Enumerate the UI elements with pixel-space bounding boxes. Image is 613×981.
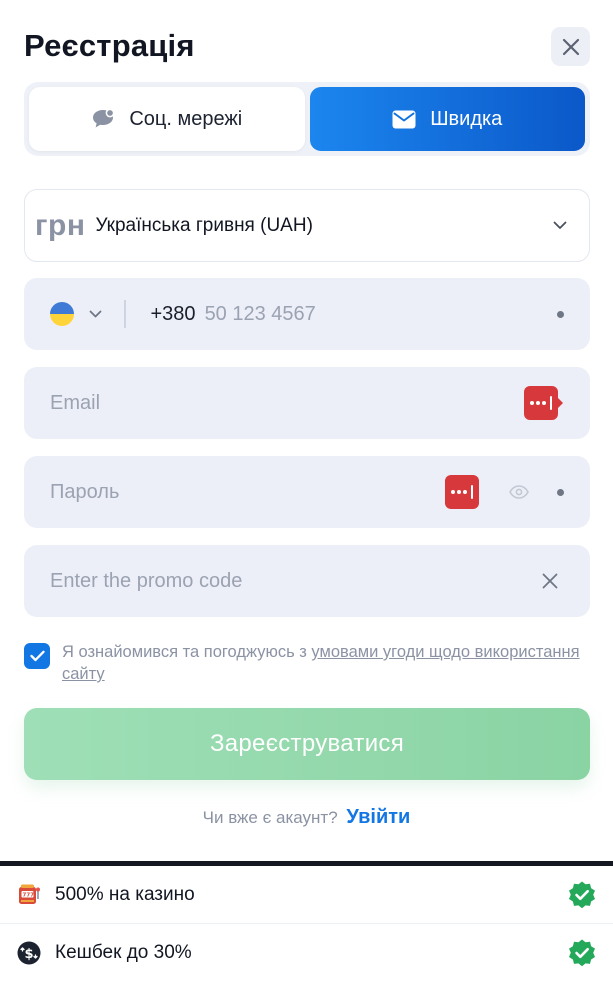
password-input[interactable]: [50, 480, 445, 504]
email-input[interactable]: [50, 391, 524, 415]
password-field: [24, 456, 590, 528]
eye-icon[interactable]: [509, 485, 529, 499]
svg-text:$: $: [24, 947, 33, 962]
registration-tabs: Соц. мережі Швидка: [24, 82, 590, 156]
tab-quick[interactable]: Швидка: [309, 87, 585, 151]
verified-badge-icon: [569, 939, 595, 967]
terms-agreement: Я ознайомився та погоджуюсь з умовами уг…: [24, 641, 590, 685]
terms-prefix: Я ознайомився та погоджуюсь з: [62, 643, 312, 661]
envelope-icon: [392, 110, 416, 128]
password-manager-icon[interactable]: [524, 386, 563, 420]
login-link[interactable]: Увійти: [346, 806, 410, 828]
login-question: Чи вже є акаунт?: [202, 808, 338, 827]
verified-badge-icon: [569, 881, 595, 908]
currency-select[interactable]: грн Українська гривня (UAH): [24, 189, 590, 262]
promo-code-input[interactable]: [50, 569, 542, 593]
phone-input[interactable]: [204, 302, 557, 326]
currency-name: Українська гривня (UAH): [95, 214, 313, 236]
required-dot-icon: [557, 310, 564, 318]
register-button[interactable]: Зареєструватися: [24, 708, 590, 780]
cashback-coin-icon: $: [16, 940, 42, 966]
close-button[interactable]: [551, 27, 590, 66]
phone-prefix: +380: [150, 302, 196, 325]
svg-text:777: 777: [23, 892, 35, 898]
country-chevron-down-icon[interactable]: [89, 310, 102, 318]
bonus-text: Кешбек до 30%: [55, 942, 192, 963]
bonus-item: 777 500% на казино: [0, 866, 613, 924]
slot-machine-icon: 777: [16, 882, 42, 908]
password-manager-icon[interactable]: [445, 475, 479, 509]
clear-icon[interactable]: [542, 573, 558, 589]
phone-field: +380: [24, 278, 590, 350]
bonus-item: $ Кешбек до 30%: [0, 924, 613, 981]
currency-symbol: грн: [35, 208, 86, 242]
phone-divider: [124, 300, 126, 328]
page-title: Реєстрація: [24, 28, 195, 63]
required-dot-icon: [557, 488, 564, 496]
ukraine-flag-icon[interactable]: [50, 302, 74, 326]
bonus-text: 500% на казино: [55, 883, 195, 905]
promo-field: [24, 545, 590, 617]
chevron-down-icon: [553, 221, 567, 229]
chat-bubble-icon: [93, 108, 115, 128]
tab-social-networks[interactable]: Соц. мережі: [29, 87, 305, 151]
tab-quick-label: Швидка: [430, 107, 503, 130]
tab-social-label: Соц. мережі: [129, 107, 243, 130]
checkmark-icon: [29, 650, 45, 662]
email-field: [24, 367, 590, 439]
bonus-panel: 777 500% на казино $ Кешбек до 30%: [0, 861, 613, 981]
login-prompt: Чи вже є акаунт? Увійти: [0, 806, 613, 829]
terms-text: Я ознайомився та погоджуюсь з умовами уг…: [62, 641, 590, 685]
terms-checkbox[interactable]: [24, 643, 50, 669]
close-icon: [562, 38, 579, 55]
